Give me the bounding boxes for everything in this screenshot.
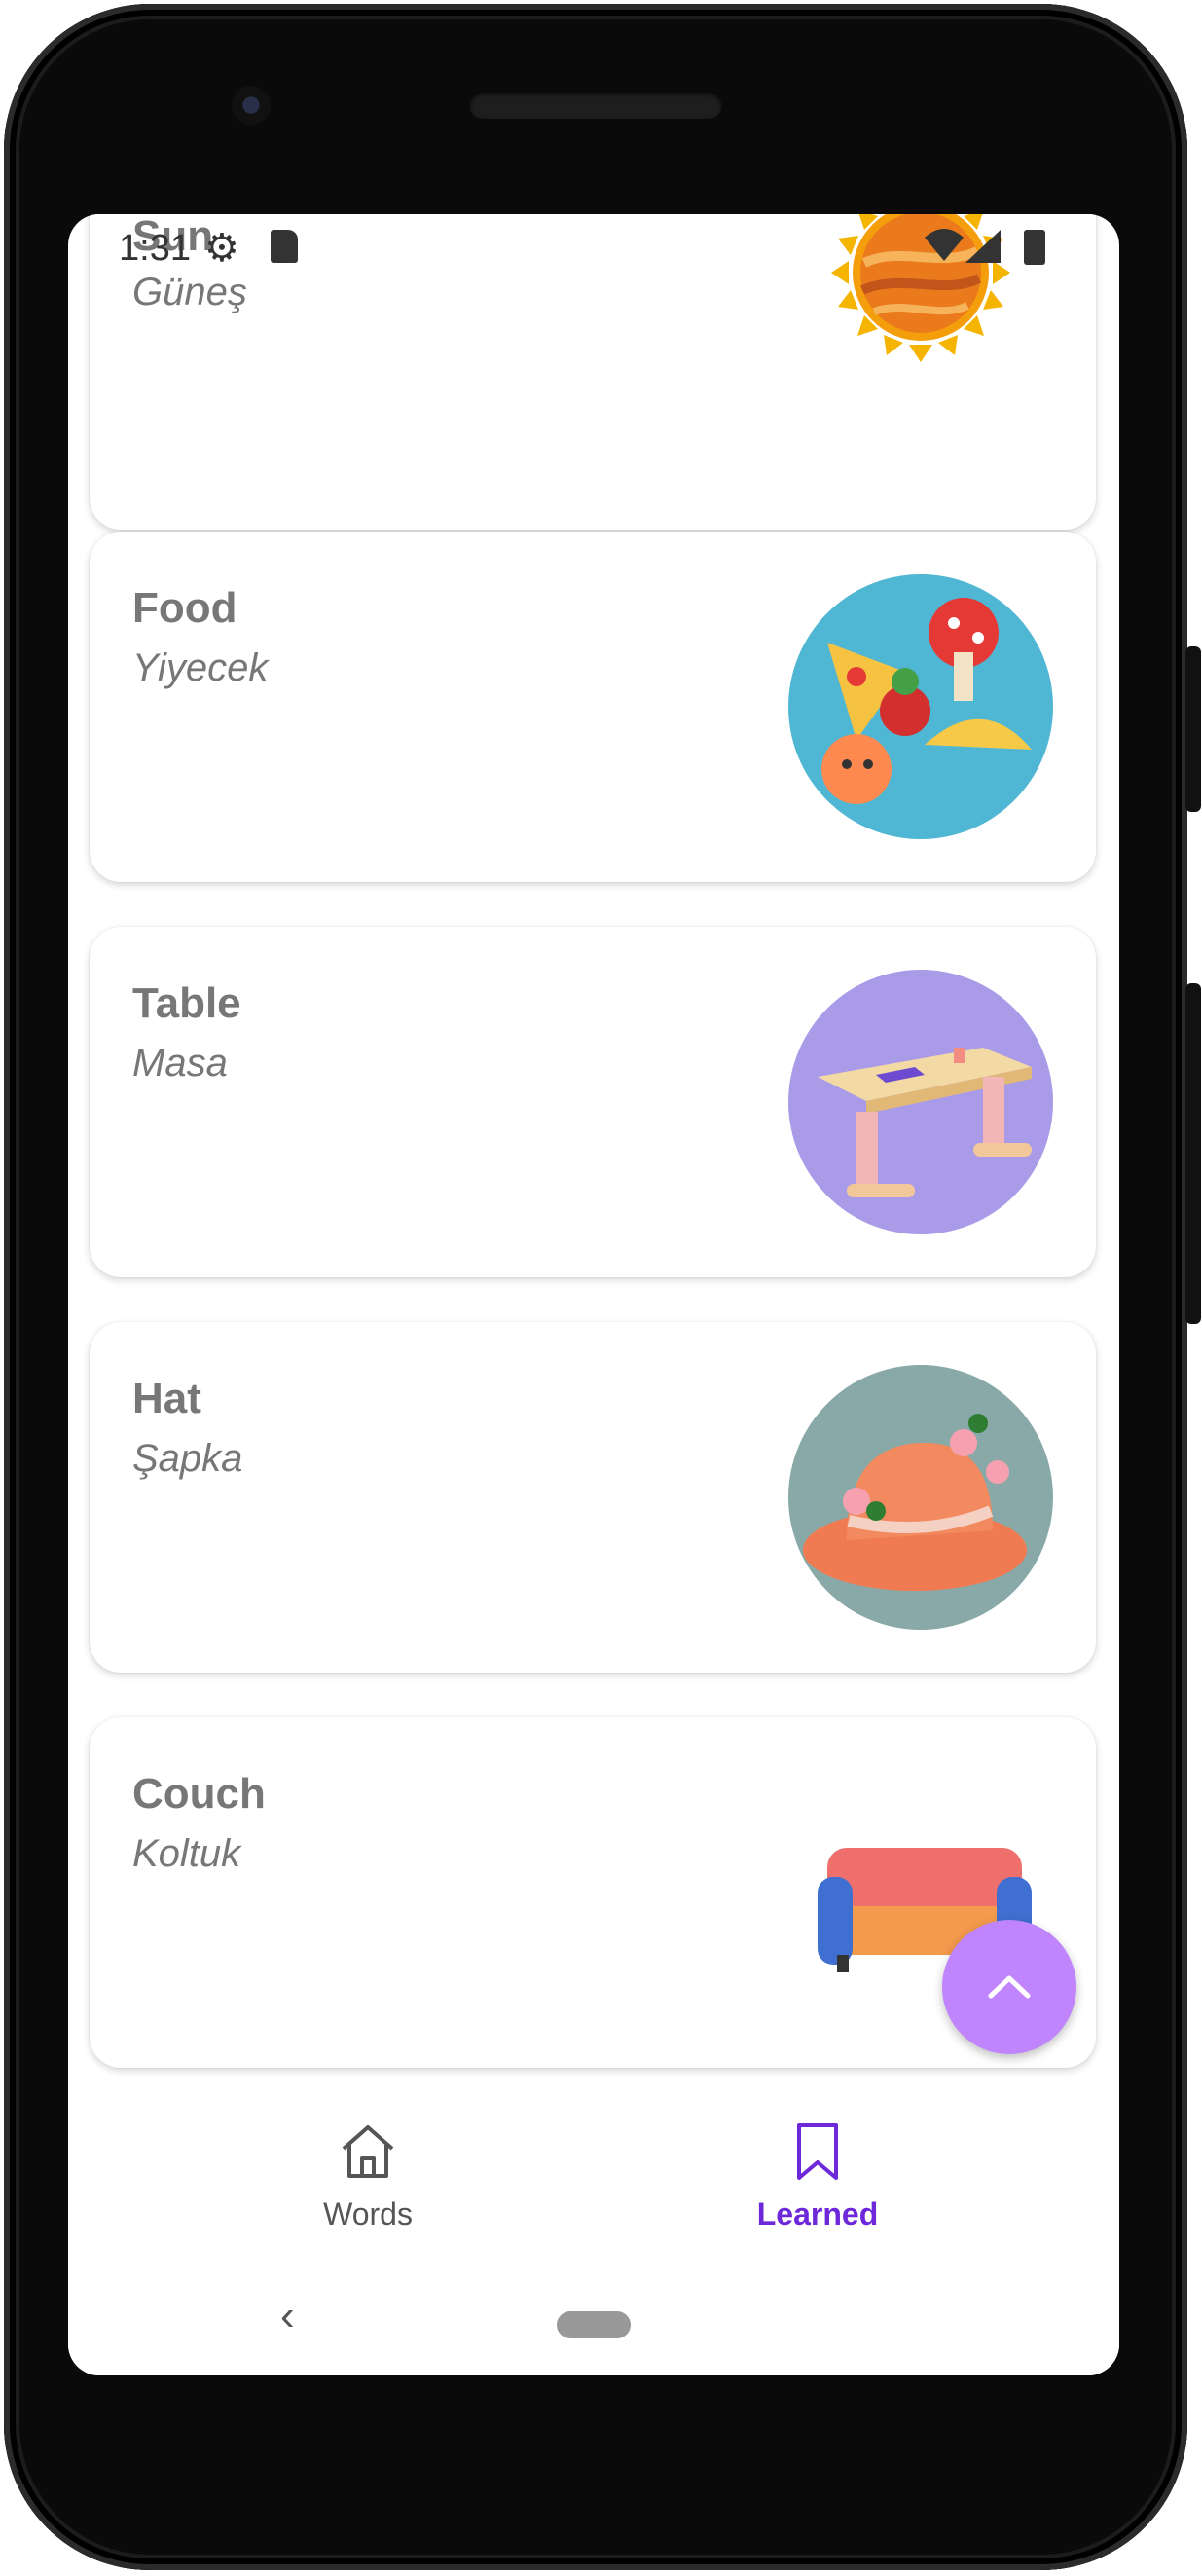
nav-item-words[interactable]: Words [222,2117,514,2232]
earpiece-speaker [469,92,722,119]
chevron-up-icon [988,1975,1031,1999]
power-button [1185,646,1201,812]
home-pill-button[interactable] [557,2311,631,2338]
translation-text: Masa [132,1042,228,1085]
hat-image [788,1365,1053,1630]
battery-icon [1024,230,1045,265]
nav-label-learned: Learned [756,2196,879,2231]
scroll-to-top-button[interactable] [942,1920,1076,2054]
phone-frame: Sun Güneş Food Yiyecek Table Masa Hat Şa… [0,0,1202,2576]
word-text: Food [132,584,237,632]
word-text: Hat [132,1375,201,1422]
food-image [788,574,1053,839]
wifi-icon [925,228,964,271]
status-bar: 1:31 ⚙ [68,214,1119,292]
word-text: Table [132,979,241,1027]
word-card[interactable]: Table Masa [90,927,1096,1277]
status-time: 1:31 [119,228,191,269]
volume-button [1185,983,1201,1324]
translation-text: Koltuk [132,1832,241,1875]
front-camera [232,86,271,125]
translation-text: Yiyecek [132,646,269,689]
word-card[interactable]: Hat Şapka [90,1322,1096,1673]
translation-text: Şapka [132,1437,243,1480]
back-icon[interactable]: ‹ [280,2292,295,2340]
nav-item-learned[interactable]: Learned [672,2117,964,2232]
gear-icon: ⚙ [204,227,239,270]
word-card[interactable]: Couch Koltuk [90,1717,1096,2068]
nav-label-words: Words [323,2196,413,2231]
system-navigation-bar: ‹ [68,2268,1119,2375]
bookmark-icon [797,2123,838,2180]
word-text: Couch [132,1770,266,1818]
home-icon [342,2125,394,2178]
signal-icon [965,230,1001,273]
bottom-navigation: Words Learned [68,2098,1119,2283]
app-screen: Sun Güneş Food Yiyecek Table Masa Hat Şa… [68,214,1119,2375]
table-image [788,970,1053,1234]
sd-card-icon [271,230,298,263]
word-card[interactable]: Food Yiyecek [90,532,1096,882]
